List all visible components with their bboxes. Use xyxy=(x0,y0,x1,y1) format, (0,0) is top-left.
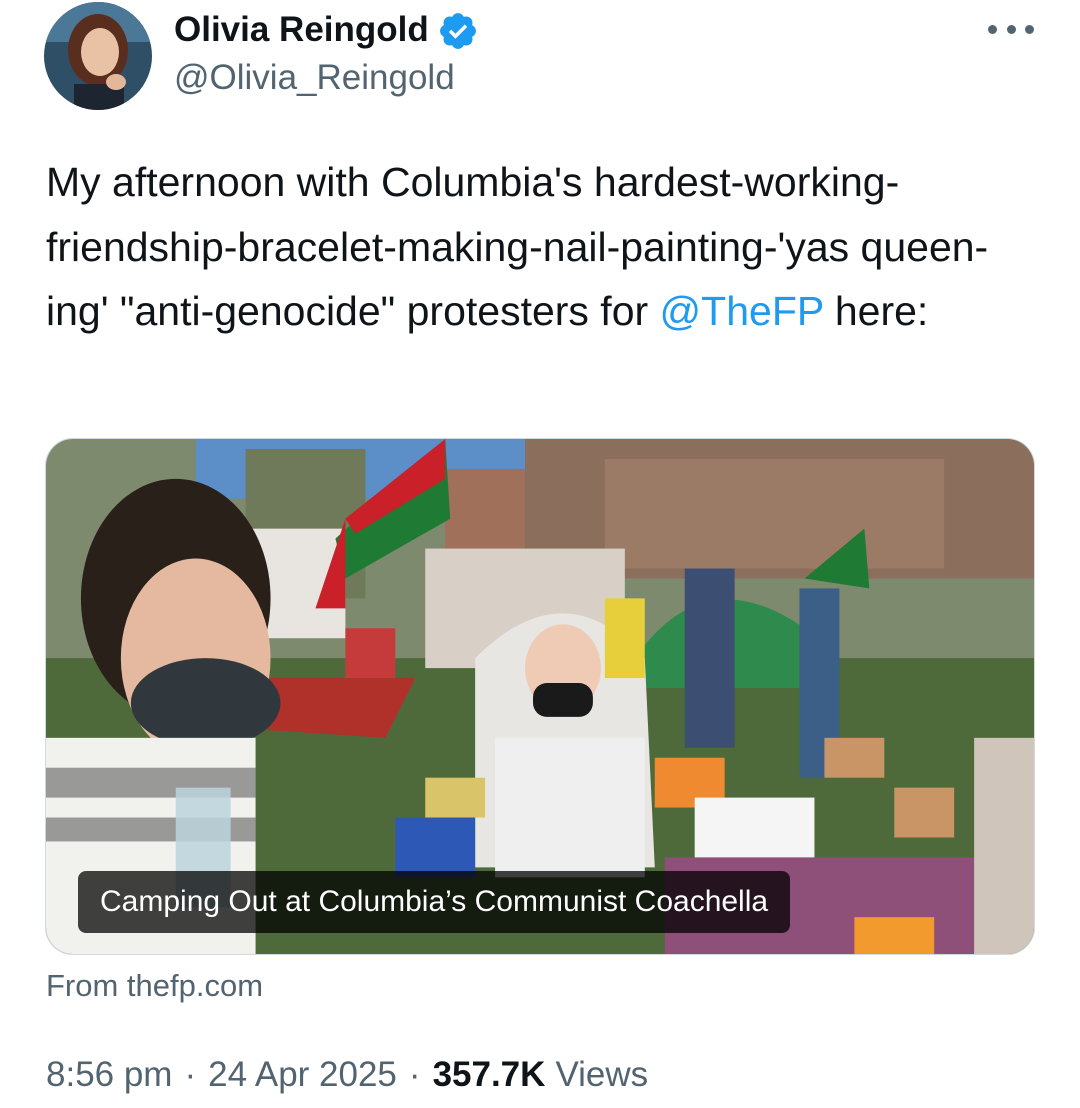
tweet-time[interactable]: 8:56 pm xyxy=(46,1055,172,1095)
author-handle[interactable]: @Olivia_Reingold xyxy=(174,58,455,98)
verified-badge-icon xyxy=(439,13,476,49)
dot xyxy=(1025,24,1034,34)
more-options-icon[interactable] xyxy=(988,14,1034,44)
mention-link[interactable]: @TheFP xyxy=(660,288,824,334)
views-label: Views xyxy=(555,1055,649,1094)
display-name[interactable]: Olivia Reingold xyxy=(174,10,429,50)
avatar-image xyxy=(44,2,152,110)
tweet-text-tail: here: xyxy=(823,288,929,334)
card-caption: Camping Out at Columbia’s Communist Coac… xyxy=(78,871,791,933)
avatar[interactable] xyxy=(44,2,152,110)
author-name-row[interactable]: Olivia Reingold xyxy=(174,8,479,52)
card-source[interactable]: From thefp.com xyxy=(46,968,263,1004)
separator: · xyxy=(408,1055,421,1094)
views-count: 357.7K xyxy=(432,1055,546,1094)
tweet-date[interactable]: 24 Apr 2025 xyxy=(208,1055,397,1095)
tweet-meta: 8:56 pm · 24 Apr 2025 · 357.7K Views xyxy=(46,1055,648,1095)
dot xyxy=(1006,24,1016,34)
separator: · xyxy=(184,1055,197,1094)
tweet-text: My afternoon with Columbia's hardest-wor… xyxy=(46,150,1046,344)
link-card[interactable]: Camping Out at Columbia’s Communist Coac… xyxy=(45,438,1035,955)
dot xyxy=(988,24,997,34)
